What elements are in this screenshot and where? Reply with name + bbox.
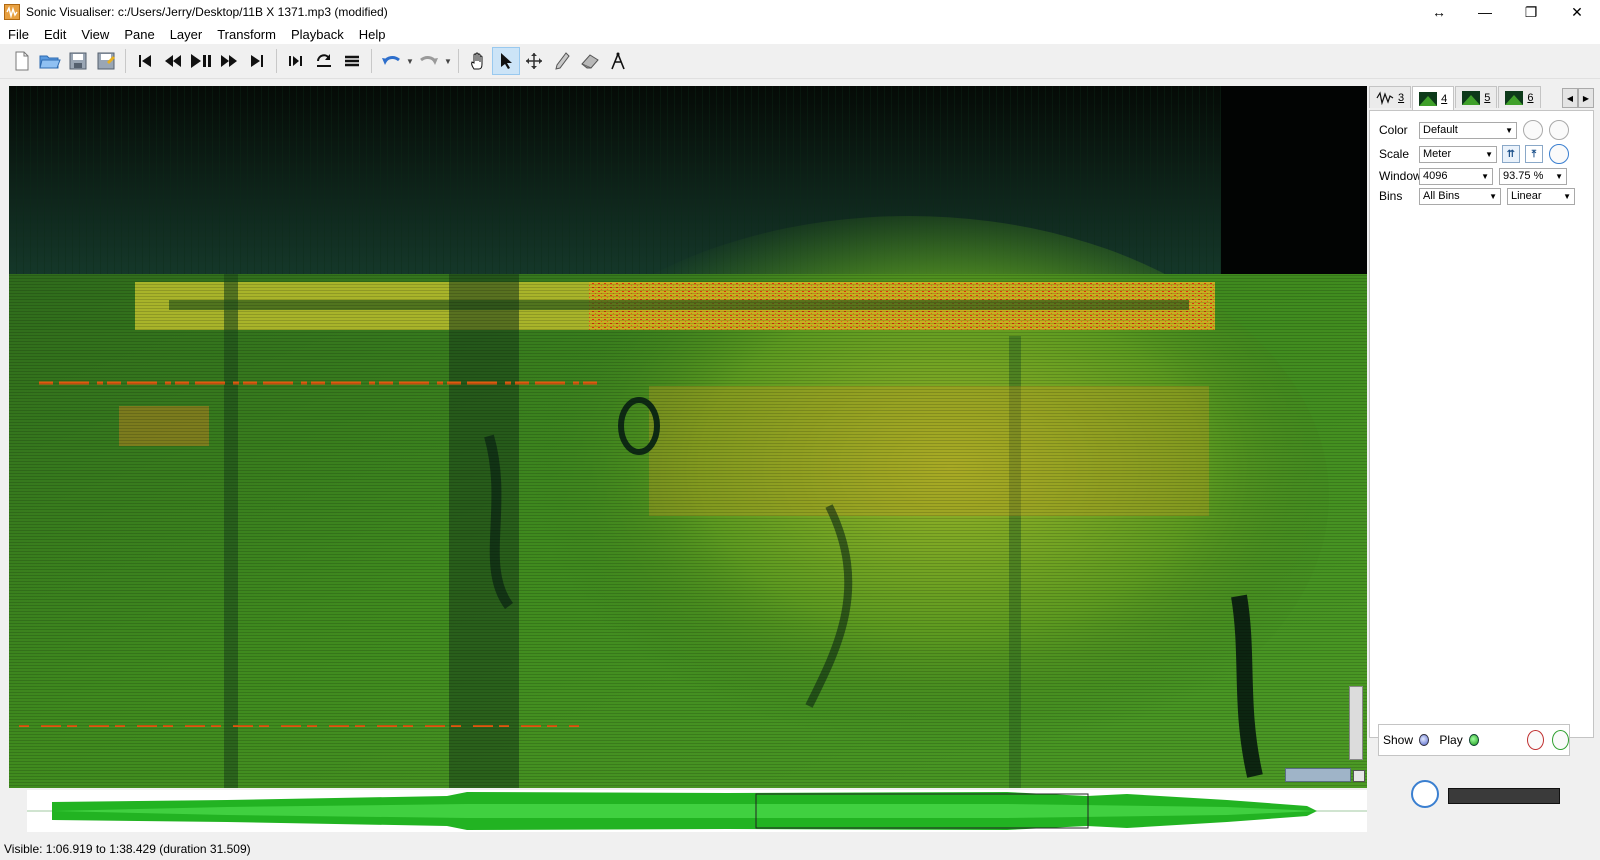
zoom-reset-button[interactable] xyxy=(1353,770,1365,782)
save-icon[interactable] xyxy=(64,47,92,75)
play-toggle[interactable] xyxy=(1468,734,1480,746)
fast-forward-end-icon[interactable] xyxy=(243,47,271,75)
status-bar: Visible: 1:06.919 to 1:38.429 (duration … xyxy=(4,842,251,856)
draw-pencil-icon[interactable] xyxy=(548,47,576,75)
play-pause-icon[interactable] xyxy=(187,47,215,75)
color-label: Color xyxy=(1379,123,1408,137)
vertical-zoom-scale[interactable] xyxy=(1349,686,1363,760)
menu-view[interactable]: View xyxy=(73,27,116,42)
menu-transform[interactable]: Transform xyxy=(209,27,283,42)
menu-edit[interactable]: Edit xyxy=(36,27,73,42)
menu-playback[interactable]: Playback xyxy=(283,27,351,42)
navigate-hand-icon[interactable] xyxy=(464,47,492,75)
erase-icon[interactable] xyxy=(576,47,604,75)
tab-layer-6[interactable]: 6 xyxy=(1498,86,1541,108)
redo-dropdown-icon[interactable]: ▼ xyxy=(443,47,453,75)
resize-icon[interactable]: ↔ xyxy=(1416,0,1462,24)
layer-show-play-controls: Show Play xyxy=(1378,724,1570,756)
master-speed-knob[interactable] xyxy=(1411,780,1439,808)
scale-label: Scale xyxy=(1379,147,1410,161)
overview-waveform-graphic xyxy=(27,792,1367,830)
properties-box: Color Default ▼ Scale Meter ▼ ⇈ ⤒ Window 4… xyxy=(1369,110,1594,738)
app-logo-icon xyxy=(4,4,20,20)
select-arrow-icon[interactable] xyxy=(492,47,520,75)
tab-layer-3[interactable]: 3 xyxy=(1369,86,1412,108)
window-size-select[interactable]: 4096 ▼ xyxy=(1419,167,1493,185)
color-select[interactable]: Default ▼ xyxy=(1419,121,1517,139)
menu-file[interactable]: File xyxy=(0,27,36,42)
menu-layer[interactable]: Layer xyxy=(162,27,210,42)
scale-select[interactable]: Meter ▼ xyxy=(1419,145,1497,163)
chevron-down-icon: ▼ xyxy=(1485,149,1493,159)
threshold-knob[interactable] xyxy=(1549,144,1569,164)
spectrogram-icon xyxy=(1419,91,1438,106)
color-rotation-knob[interactable] xyxy=(1549,120,1569,140)
menu-pane[interactable]: Pane xyxy=(116,27,161,42)
chevron-down-icon: ▼ xyxy=(1563,191,1571,201)
minimize-button[interactable]: — xyxy=(1462,0,1508,24)
rewind-icon[interactable] xyxy=(159,47,187,75)
menu-bar: File Edit View Pane Layer Transform Play… xyxy=(0,24,1600,44)
undo-icon[interactable] xyxy=(377,47,405,75)
spectrogram-image xyxy=(9,86,1367,788)
gain-knob[interactable] xyxy=(1523,120,1543,140)
window-overlap-select[interactable]: 93.75 % ▼ xyxy=(1499,167,1567,185)
bins-select[interactable]: All Bins ▼ xyxy=(1419,187,1501,205)
measure-icon[interactable] xyxy=(604,47,632,75)
tab-layer-4[interactable]: 4 xyxy=(1412,86,1455,110)
chevron-down-icon: ▼ xyxy=(1481,171,1489,181)
horizontal-zoom-slider[interactable] xyxy=(1285,768,1351,782)
waveform-icon xyxy=(1376,90,1394,105)
layer-property-panel: 3 4 5 6 ◀ ▶ Color Default ▼ Scale Meter … xyxy=(1369,86,1600,776)
redo-icon[interactable] xyxy=(415,47,443,75)
master-volume-slider[interactable] xyxy=(1448,788,1560,804)
normalize-visible-icon[interactable]: ⤒ xyxy=(1525,145,1543,163)
tab-scroll-right-icon[interactable]: ▶ xyxy=(1578,88,1594,108)
spectrogram-icon xyxy=(1462,90,1481,105)
open-file-icon[interactable] xyxy=(36,47,64,75)
undo-dropdown-icon[interactable]: ▼ xyxy=(405,47,415,75)
bins-label: Bins xyxy=(1379,189,1403,203)
window-label: Window xyxy=(1379,169,1422,183)
chevron-down-icon: ▼ xyxy=(1505,125,1513,135)
loop-icon[interactable] xyxy=(310,47,338,75)
title-bar: Sonic Visualiser: c:/Users/Jerry/Desktop… xyxy=(0,0,1600,24)
tab-layer-5[interactable]: 5 xyxy=(1455,86,1498,108)
move-icon[interactable] xyxy=(520,47,548,75)
layer-tabs: 3 4 5 6 ◀ ▶ xyxy=(1369,86,1600,110)
play-selection-icon[interactable] xyxy=(282,47,310,75)
fast-forward-icon[interactable] xyxy=(215,47,243,75)
show-toggle[interactable] xyxy=(1419,734,1430,746)
playback-pan-knob[interactable] xyxy=(1552,730,1569,750)
close-button[interactable]: ✕ xyxy=(1554,0,1600,24)
overview-waveform[interactable] xyxy=(27,790,1367,832)
window-title: Sonic Visualiser: c:/Users/Jerry/Desktop… xyxy=(26,5,388,19)
spectrogram-icon xyxy=(1505,90,1524,105)
save-as-icon[interactable] xyxy=(92,47,120,75)
play-label: Play xyxy=(1439,733,1463,747)
spectrogram-pane[interactable] xyxy=(9,86,1367,788)
rewind-start-icon[interactable] xyxy=(131,47,159,75)
solo-icon[interactable] xyxy=(338,47,366,75)
chevron-down-icon: ▼ xyxy=(1489,191,1497,201)
playback-gain-knob[interactable] xyxy=(1527,730,1545,750)
tab-scroll-left-icon[interactable]: ◀ xyxy=(1562,88,1578,108)
new-file-icon[interactable] xyxy=(8,47,36,75)
bin-scale-select[interactable]: Linear ▼ xyxy=(1507,187,1575,205)
restore-button[interactable]: ❐ xyxy=(1508,0,1554,24)
normalize-columns-icon[interactable]: ⇈ xyxy=(1502,145,1520,163)
toolbar: ▼ ▼ xyxy=(0,44,1600,79)
chevron-down-icon: ▼ xyxy=(1555,171,1563,181)
menu-help[interactable]: Help xyxy=(351,27,393,42)
show-label: Show xyxy=(1383,733,1414,747)
